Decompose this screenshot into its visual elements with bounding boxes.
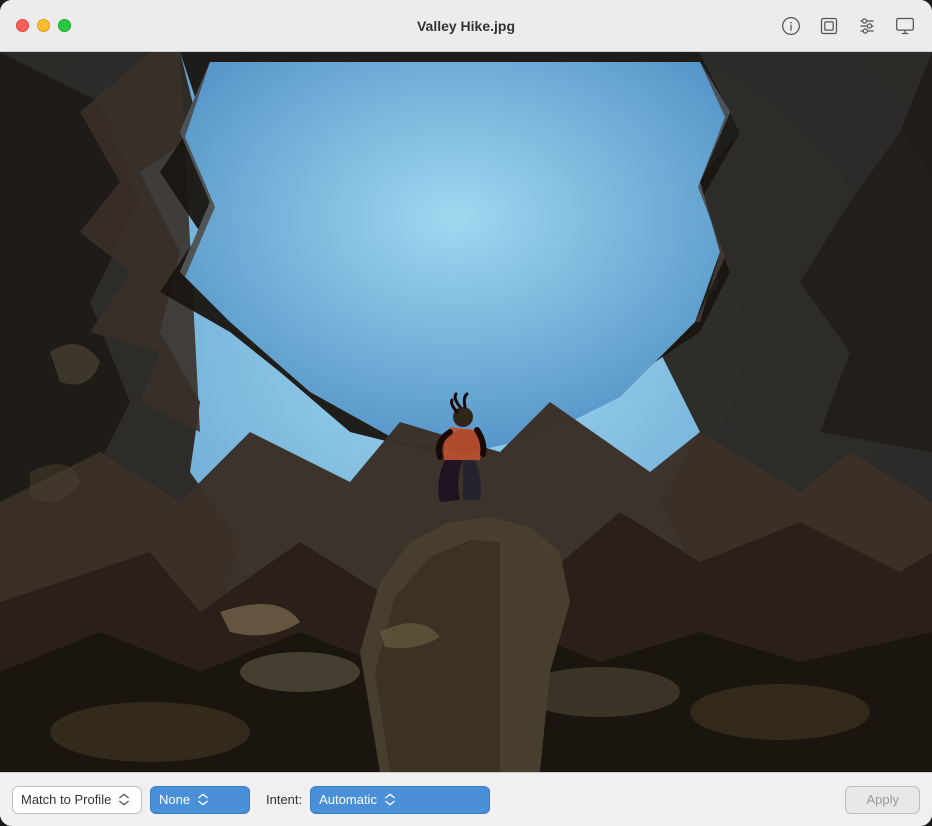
intent-label: Intent:	[266, 792, 302, 807]
titlebar: Valley Hike.jpg	[0, 0, 932, 52]
match-profile-label: Match to Profile	[21, 792, 111, 807]
bottom-toolbar: Match to Profile None Intent: Automatic	[0, 772, 932, 826]
close-button[interactable]	[16, 19, 29, 32]
photo-canvas	[0, 52, 932, 772]
maximize-button[interactable]	[58, 19, 71, 32]
apply-button[interactable]: Apply	[845, 786, 920, 814]
none-chevrons	[198, 793, 208, 806]
match-profile-chevrons	[119, 793, 129, 806]
intent-chevrons	[385, 793, 395, 806]
profile-none-dropdown[interactable]: None	[150, 786, 250, 814]
toolbar-icons	[780, 15, 916, 37]
match-to-profile-dropdown[interactable]: Match to Profile	[12, 786, 142, 814]
intent-dropdown[interactable]: Automatic	[310, 786, 490, 814]
minimize-button[interactable]	[37, 19, 50, 32]
traffic-lights	[16, 19, 71, 32]
layers-icon[interactable]	[818, 15, 840, 37]
app-window: Valley Hike.jpg	[0, 0, 932, 826]
apply-label: Apply	[866, 792, 899, 807]
none-label: None	[159, 792, 190, 807]
display-icon[interactable]	[894, 15, 916, 37]
sliders-icon[interactable]	[856, 15, 878, 37]
window-title: Valley Hike.jpg	[417, 18, 515, 34]
automatic-label: Automatic	[319, 792, 377, 807]
info-icon[interactable]	[780, 15, 802, 37]
image-area	[0, 52, 932, 772]
